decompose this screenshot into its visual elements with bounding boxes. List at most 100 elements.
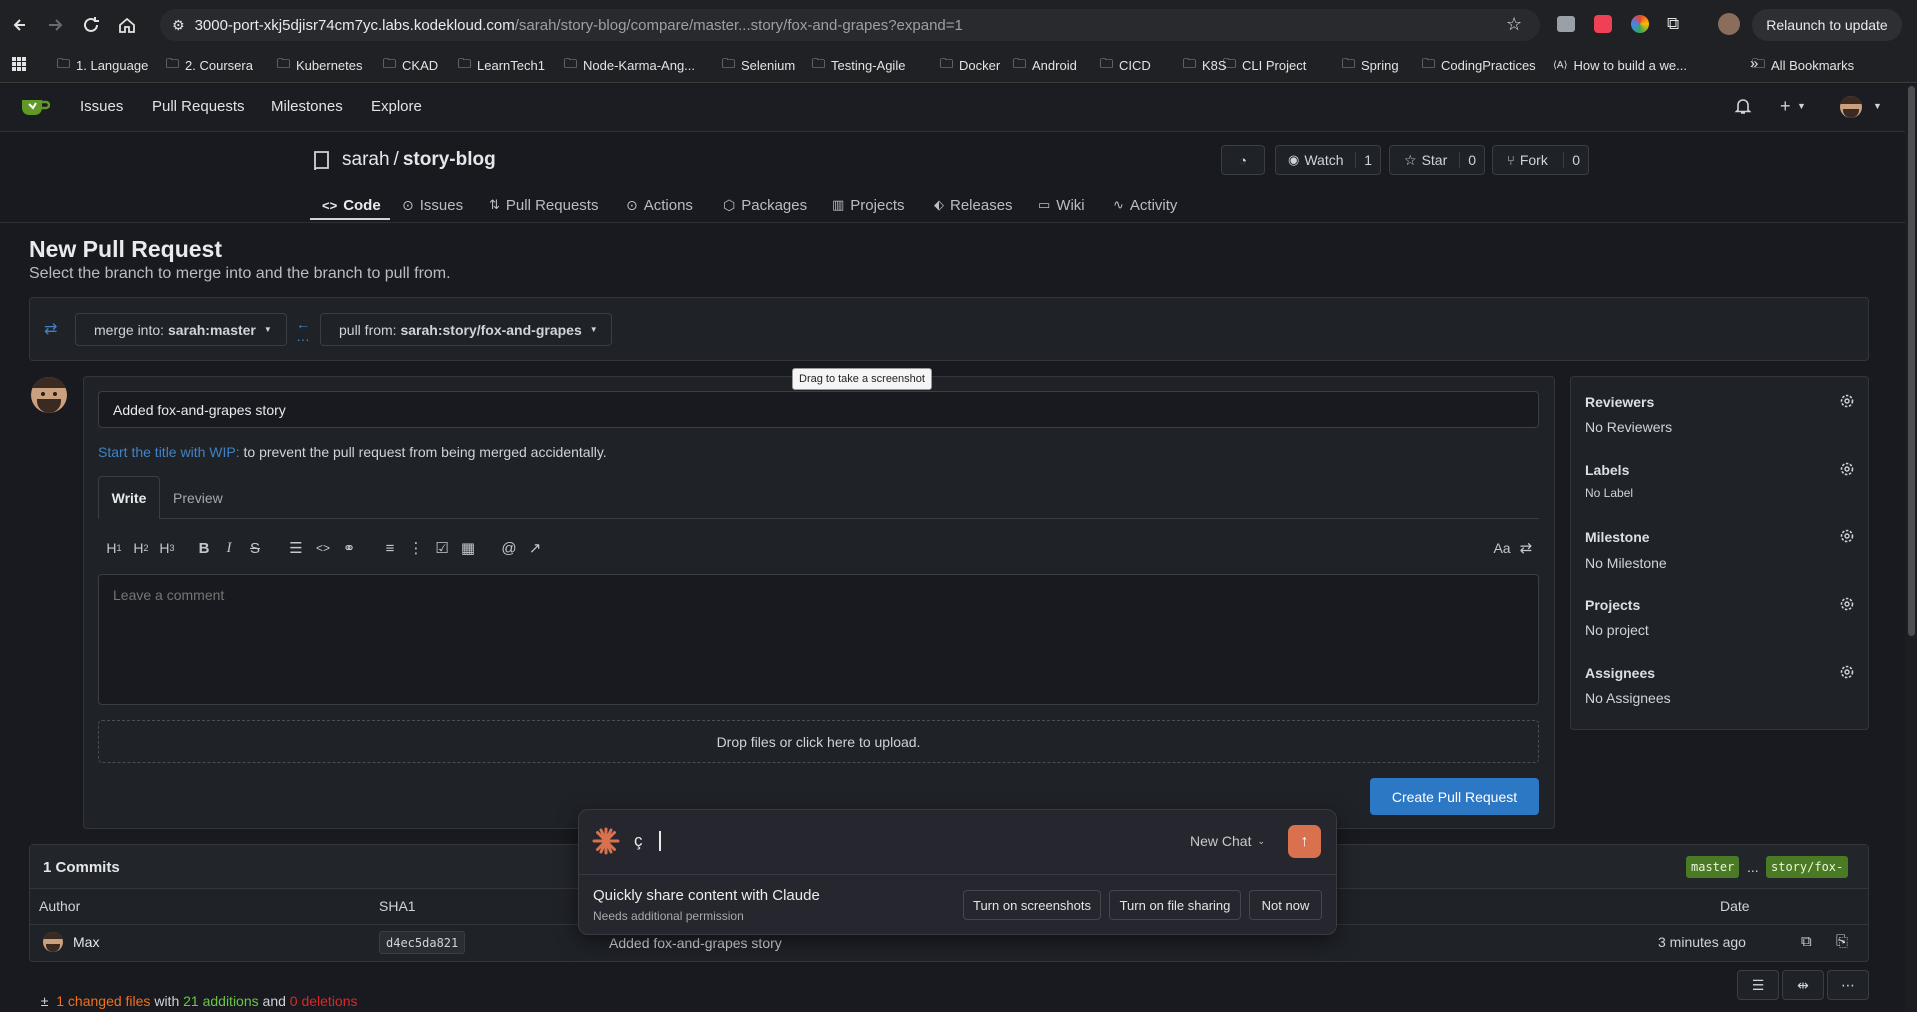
plus-icon[interactable]: +: [1780, 96, 1791, 117]
copy-sha-icon[interactable]: ⧉: [1801, 933, 1812, 950]
task-list-icon[interactable]: ☑: [432, 538, 452, 558]
cross-reference-icon[interactable]: ↗: [525, 538, 545, 558]
more-options-button[interactable]: ⋯: [1827, 970, 1869, 1000]
heading-2-icon[interactable]: H2: [131, 538, 151, 558]
bookmark-item[interactable]: 🗀 Docker: [940, 53, 1000, 78]
scrollbar-thumb[interactable]: [1908, 86, 1915, 636]
address-bar[interactable]: ⚙ 3000-port-xkj5djisr74cm7yc.labs.kodekl…: [160, 9, 1540, 41]
tab-packages[interactable]: ⬡ Packages: [723, 190, 807, 220]
more-bookmarks-chevron-icon[interactable]: »: [1750, 55, 1758, 72]
tab-releases[interactable]: ⬖ Releases: [934, 190, 1013, 220]
commit-message[interactable]: Added fox-and-grapes story: [609, 935, 782, 951]
site-settings-icon[interactable]: ⚙: [172, 17, 185, 34]
bookmark-item[interactable]: 🗀 CodingPractices: [1422, 53, 1536, 78]
repo-owner-link[interactable]: sarah: [342, 149, 390, 171]
tab-pull-requests[interactable]: ⇅ Pull Requests: [489, 190, 598, 220]
switch-editor-icon[interactable]: ⇄: [1516, 538, 1536, 558]
rss-button[interactable]: ◔: [1221, 145, 1265, 175]
link-icon[interactable]: ⚭: [339, 538, 359, 558]
tab-issues[interactable]: ⊙ Issues: [402, 190, 463, 220]
chevron-down-icon[interactable]: ▼: [1797, 101, 1806, 111]
pocket-extension-icon[interactable]: [1594, 15, 1612, 33]
fork-count[interactable]: 0: [1563, 152, 1588, 168]
bookmark-item[interactable]: 🗀 1. Language: [57, 53, 148, 78]
merge-into-dropdown[interactable]: merge into: sarah:master ▼: [75, 313, 287, 346]
mention-icon[interactable]: @: [499, 538, 519, 558]
camera-extension-icon[interactable]: [1557, 16, 1575, 32]
bookmark-item[interactable]: 🗀 LearnTech1: [458, 53, 545, 78]
forward-icon[interactable]: [44, 14, 66, 36]
browse-files-icon[interactable]: ⎘: [1836, 933, 1848, 950]
bookmark-item[interactable]: 🗀 Testing-Agile: [812, 53, 905, 78]
profile-avatar-icon[interactable]: [1718, 13, 1740, 35]
nav-explore[interactable]: Explore: [371, 98, 422, 115]
apps-grid-icon[interactable]: [12, 57, 26, 71]
turn-on-file-sharing-button[interactable]: Turn on file sharing: [1109, 890, 1241, 920]
bookmark-star-icon[interactable]: ☆: [1506, 14, 1522, 35]
pull-from-dropdown[interactable]: pull from: sarah:story/fox-and-grapes ▼: [320, 313, 612, 346]
new-chat-dropdown[interactable]: New Chat ⌄: [1190, 833, 1265, 849]
projects-gear-icon[interactable]: [1839, 596, 1855, 612]
head-branch-tag[interactable]: story/fox-: [1766, 856, 1849, 878]
fork-button[interactable]: ⑂ Fork 0: [1492, 145, 1589, 175]
bookmark-item[interactable]: 🗀 Kubernetes: [277, 53, 363, 78]
swap-branches-icon[interactable]: ⇄: [44, 319, 57, 339]
nav-pull-requests[interactable]: Pull Requests: [152, 98, 245, 115]
tab-projects[interactable]: ▥ Projects: [832, 190, 904, 220]
tab-activity[interactable]: ∿ Activity: [1113, 190, 1177, 220]
send-arrow-button[interactable]: ↑: [1288, 825, 1321, 858]
bookmark-item[interactable]: 🗀 CLI Project: [1223, 53, 1306, 78]
color-extension-icon[interactable]: [1631, 15, 1649, 33]
strikethrough-icon[interactable]: S: [245, 538, 265, 558]
bullet-list-icon[interactable]: ≡: [380, 538, 400, 558]
tab-wiki[interactable]: ▭ Wiki: [1038, 190, 1085, 220]
home-icon[interactable]: [116, 14, 138, 36]
gitea-logo-icon[interactable]: [20, 96, 50, 118]
not-now-button[interactable]: Not now: [1249, 890, 1322, 920]
create-pull-request-button[interactable]: Create Pull Request: [1370, 778, 1539, 815]
changed-files-link[interactable]: 1 changed files: [56, 993, 150, 1009]
code-icon[interactable]: <>: [313, 538, 333, 558]
bold-icon[interactable]: B: [194, 538, 214, 558]
nav-milestones[interactable]: Milestones: [271, 98, 343, 115]
tab-code[interactable]: <> Code: [322, 190, 381, 220]
italic-icon[interactable]: I: [219, 538, 239, 558]
title-input[interactable]: [98, 391, 1539, 428]
monospace-toggle-icon[interactable]: Aa: [1490, 538, 1514, 558]
tab-preview[interactable]: Preview: [173, 490, 223, 506]
extensions-puzzle-icon[interactable]: ⧉: [1667, 14, 1679, 34]
nav-issues[interactable]: Issues: [80, 98, 123, 115]
tab-write[interactable]: Write: [98, 476, 160, 519]
page-scrollbar[interactable]: [1905, 84, 1917, 1012]
user-menu-chevron-icon[interactable]: ▼: [1873, 101, 1882, 111]
commit-author-name[interactable]: Max: [73, 934, 99, 950]
back-icon[interactable]: [10, 14, 32, 36]
quote-icon[interactable]: ☰: [286, 538, 306, 558]
relaunch-button[interactable]: Relaunch to update: [1752, 9, 1902, 41]
star-count[interactable]: 0: [1459, 152, 1484, 168]
base-branch-tag[interactable]: master: [1686, 856, 1740, 878]
bookmark-item[interactable]: 🗀 Spring: [1342, 53, 1399, 78]
all-bookmarks[interactable]: 🗀 All Bookmarks: [1752, 53, 1854, 78]
repo-name-link[interactable]: story-blog: [403, 149, 496, 171]
watch-count[interactable]: 1: [1355, 152, 1380, 168]
toggle-file-tree-button[interactable]: ☰: [1737, 970, 1779, 1000]
wip-link[interactable]: Start the title with WIP:: [98, 444, 240, 460]
commit-sha-link[interactable]: d4ec5da821: [379, 931, 466, 954]
star-button[interactable]: ☆ Star 0: [1389, 145, 1485, 175]
milestone-gear-icon[interactable]: [1839, 528, 1855, 544]
watch-button[interactable]: ◉ Watch 1: [1275, 145, 1381, 175]
bookmark-item[interactable]: 🗀 Selenium: [722, 53, 795, 78]
bookmark-item[interactable]: 🗀 Android: [1013, 53, 1077, 78]
reload-icon[interactable]: [80, 14, 102, 36]
bell-icon[interactable]: [1734, 97, 1752, 115]
assignees-gear-icon[interactable]: [1839, 664, 1855, 680]
tab-actions[interactable]: ⊙ Actions: [626, 190, 693, 220]
split-view-button[interactable]: ⇹: [1782, 970, 1824, 1000]
comment-textarea[interactable]: [98, 574, 1539, 705]
bookmark-item[interactable]: 🗀 2. Coursera: [166, 53, 253, 78]
reviewers-gear-icon[interactable]: [1839, 393, 1855, 409]
table-icon[interactable]: ▦: [458, 538, 478, 558]
bookmark-item[interactable]: 🗀 Node-Karma-Ang...: [564, 53, 695, 78]
numbered-list-icon[interactable]: ⋮: [406, 538, 426, 558]
